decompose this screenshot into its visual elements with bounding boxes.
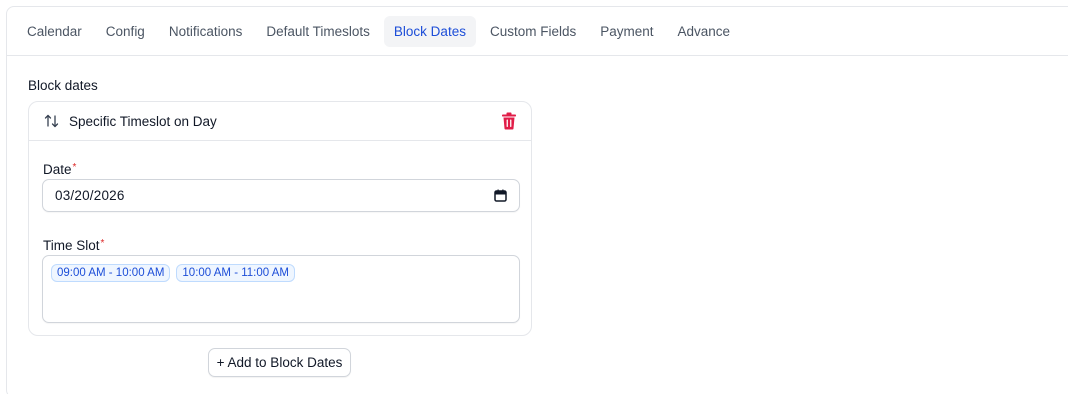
time-slot-label-text: Time Slot xyxy=(43,238,100,253)
date-label: Date* xyxy=(43,162,76,177)
time-slot-select[interactable]: 09:00 AM - 10:00 AM 10:00 AM - 11:00 AM xyxy=(42,255,520,323)
tab-block-dates[interactable]: Block Dates xyxy=(383,15,476,47)
arrows-up-down-icon[interactable] xyxy=(43,112,61,130)
tab-notifications[interactable]: Notifications xyxy=(159,16,253,47)
block-date-card: Specific Timeslot on Day Date* 03/20/202… xyxy=(28,101,532,336)
required-mark: * xyxy=(100,238,105,249)
tab-payment[interactable]: Payment xyxy=(590,16,663,47)
tab-config[interactable]: Config xyxy=(96,16,155,47)
add-to-block-dates-button[interactable]: + Add to Block Dates xyxy=(208,348,351,377)
tab-calendar[interactable]: Calendar xyxy=(17,16,92,47)
date-value: 03/20/2026 xyxy=(55,188,125,203)
date-label-text: Date xyxy=(43,162,72,177)
card-header: Specific Timeslot on Day xyxy=(29,102,531,141)
calendar-icon[interactable] xyxy=(494,189,507,202)
trash-icon[interactable] xyxy=(501,112,517,130)
time-slot-chip[interactable]: 09:00 AM - 10:00 AM xyxy=(51,264,171,282)
tab-custom-fields[interactable]: Custom Fields xyxy=(480,16,586,47)
card-title: Specific Timeslot on Day xyxy=(69,113,217,129)
tab-default-timeslots[interactable]: Default Timeslots xyxy=(256,16,380,47)
settings-panel: Calendar Config Notifications Default Ti… xyxy=(6,6,1068,394)
tab-advance[interactable]: Advance xyxy=(668,16,741,47)
time-slot-chip[interactable]: 10:00 AM - 11:00 AM xyxy=(176,264,295,282)
tab-bar: Calendar Config Notifications Default Ti… xyxy=(7,7,1068,56)
section-title: Block dates xyxy=(28,78,98,93)
date-input[interactable]: 03/20/2026 xyxy=(42,179,520,212)
time-slot-label: Time Slot* xyxy=(43,238,104,253)
required-mark: * xyxy=(72,162,77,173)
